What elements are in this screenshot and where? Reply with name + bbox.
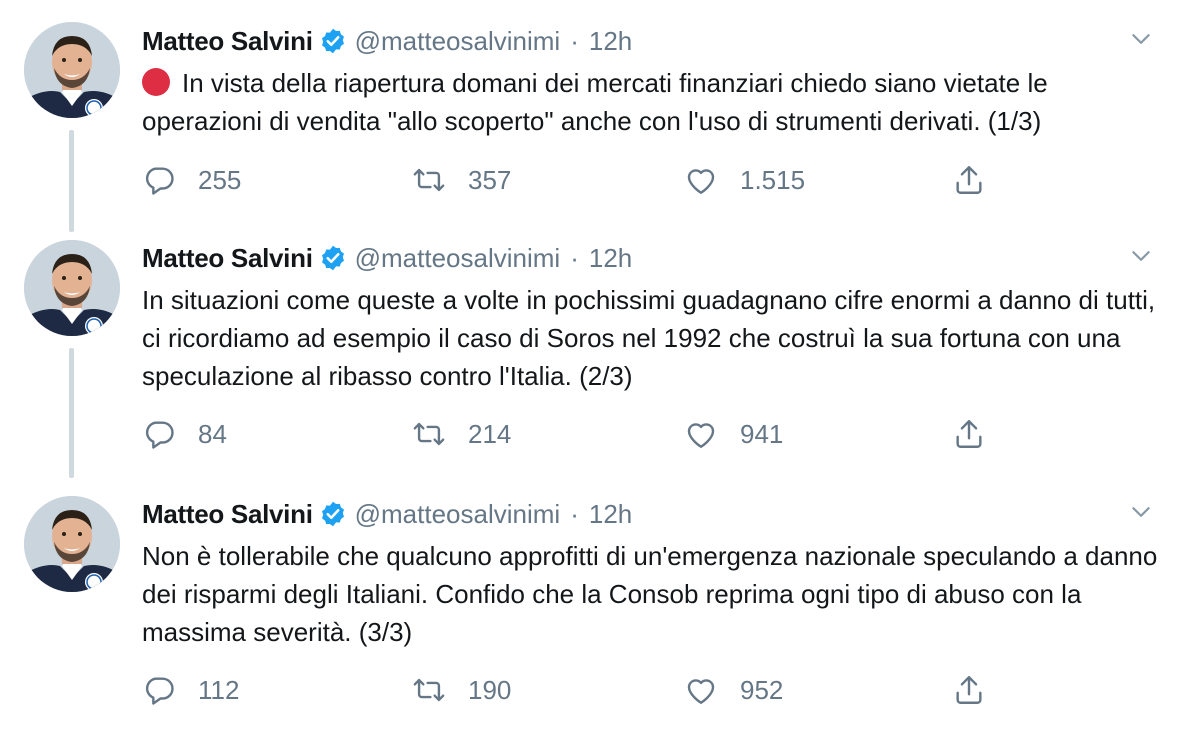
reply-icon — [142, 417, 176, 451]
author-handle[interactable]: @matteosalvinimi — [355, 241, 561, 275]
retweet-icon — [412, 673, 446, 707]
tweet-text: Non è tollerabile che qualcuno approfitt… — [142, 541, 1158, 647]
tweet-header: Matteo Salvini @matteosalvinimi · 12h — [142, 24, 632, 58]
reply-icon — [142, 673, 176, 707]
separator: · — [570, 499, 579, 529]
retweet-icon — [412, 163, 446, 197]
author-name[interactable]: Matteo Salvini — [142, 24, 313, 58]
share-icon — [952, 163, 986, 197]
retweet-count: 357 — [468, 164, 512, 195]
tweet-actions: 112 190 952 — [142, 672, 1042, 708]
heart-icon — [684, 417, 718, 451]
author-handle[interactable]: @matteosalvinimi — [355, 497, 561, 531]
separator: · — [570, 26, 579, 56]
reply-count: 255 — [198, 164, 242, 195]
verified-badge-icon — [319, 27, 347, 55]
heart-icon — [684, 163, 718, 197]
heart-icon — [684, 673, 718, 707]
tweet-3[interactable]: Matteo Salvini @matteosalvinimi · 12h No… — [0, 496, 1200, 726]
retweet-count: 190 — [468, 674, 512, 705]
timestamp[interactable]: 12h — [589, 497, 632, 531]
author-handle[interactable]: @matteosalvinimi — [355, 24, 561, 58]
like-button[interactable]: 952 — [684, 672, 783, 708]
like-count: 941 — [740, 418, 784, 449]
retweet-button[interactable]: 190 — [412, 672, 511, 708]
like-button[interactable]: 941 — [684, 416, 783, 452]
retweet-button[interactable]: 214 — [412, 416, 511, 452]
chevron-down-icon[interactable] — [1128, 499, 1154, 525]
thread-connector — [69, 348, 74, 478]
timestamp[interactable]: 12h — [589, 241, 632, 275]
like-count: 1.515 — [740, 164, 806, 195]
retweet-button[interactable]: 357 — [412, 162, 511, 198]
share-icon — [952, 417, 986, 451]
retweet-count: 214 — [468, 418, 512, 449]
thread-connector — [69, 130, 74, 232]
reply-icon — [142, 163, 176, 197]
chevron-down-icon[interactable] — [1128, 243, 1154, 269]
reply-button[interactable]: 255 — [142, 162, 241, 198]
avatar-image — [24, 240, 120, 336]
avatar[interactable] — [24, 22, 120, 118]
verified-badge-icon — [319, 244, 347, 272]
tweet-text: In vista della riapertura domani dei mer… — [142, 64, 1172, 140]
avatar-image — [24, 22, 120, 118]
reply-button[interactable]: 84 — [142, 416, 227, 452]
author-name[interactable]: Matteo Salvini — [142, 497, 313, 531]
tweet-text-content: In vista della riapertura domani dei mer… — [142, 68, 1048, 136]
reply-count: 84 — [198, 418, 227, 449]
tweet-actions: 84 214 941 — [142, 416, 1042, 452]
tweet-actions: 255 357 1.515 — [142, 162, 1042, 198]
timestamp[interactable]: 12h — [589, 24, 632, 58]
avatar-image — [24, 496, 120, 592]
tweet-text: In situazioni come queste a volte in poc… — [142, 285, 1156, 391]
share-button[interactable] — [952, 416, 1008, 452]
avatar[interactable] — [24, 496, 120, 592]
tweet-2[interactable]: Matteo Salvini @matteosalvinimi · 12h In… — [0, 240, 1200, 480]
share-icon — [952, 673, 986, 707]
retweet-icon — [412, 417, 446, 451]
reply-button[interactable]: 112 — [142, 672, 239, 708]
tweet-1[interactable]: Matteo Salvini @matteosalvinimi · 12h In… — [0, 22, 1200, 232]
separator: · — [570, 243, 579, 273]
like-count: 952 — [740, 674, 784, 705]
tweet-header: Matteo Salvini @matteosalvinimi · 12h — [142, 497, 632, 531]
share-button[interactable] — [952, 162, 1008, 198]
verified-badge-icon — [319, 500, 347, 528]
chevron-down-icon[interactable] — [1128, 26, 1154, 52]
reply-count: 112 — [198, 674, 240, 705]
tweet-header: Matteo Salvini @matteosalvinimi · 12h — [142, 241, 632, 275]
author-name[interactable]: Matteo Salvini — [142, 241, 313, 275]
red-circle-icon — [142, 68, 170, 96]
avatar[interactable] — [24, 240, 120, 336]
share-button[interactable] — [952, 672, 1008, 708]
like-button[interactable]: 1.515 — [684, 162, 805, 198]
